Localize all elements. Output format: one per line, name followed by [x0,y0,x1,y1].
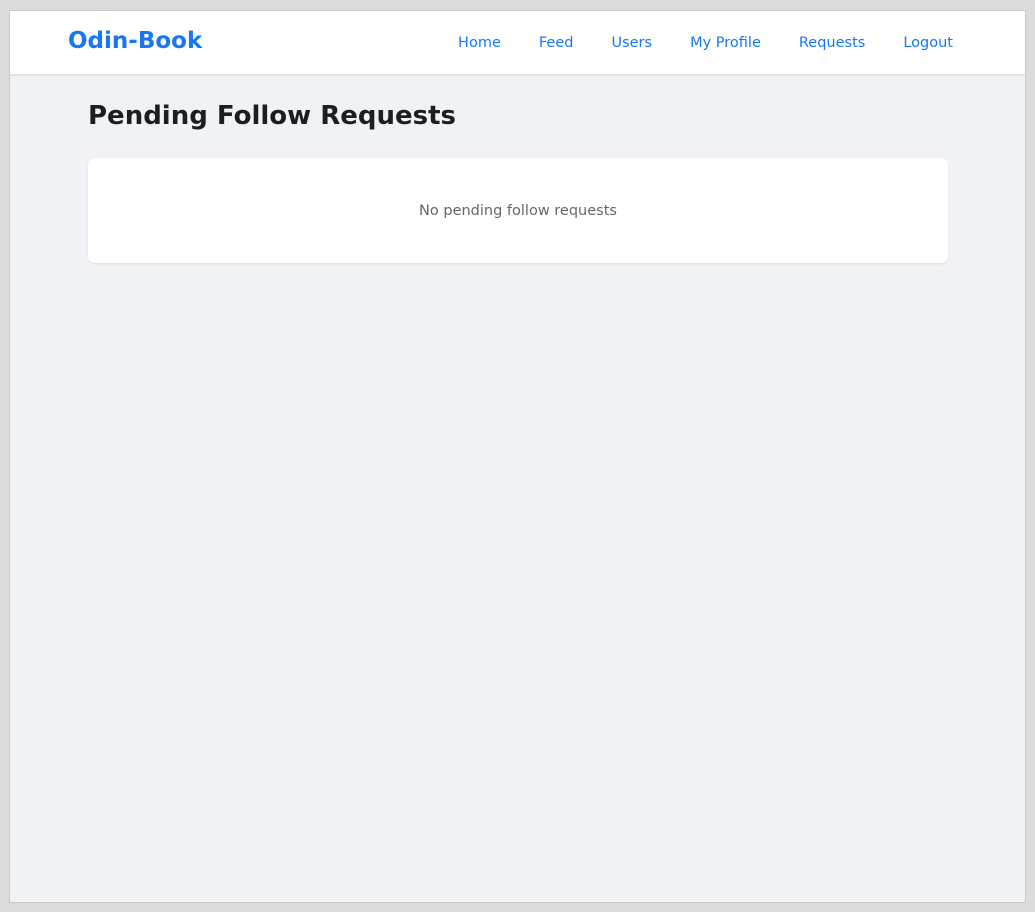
nav-link-my-profile[interactable]: My Profile [690,33,761,53]
browser-viewport: Odin-Book Home Feed Users My Profile Req… [9,10,1026,903]
brand-logo-link[interactable]: Odin-Book [68,25,202,57]
main-content: Pending Follow Requests No pending follo… [88,96,948,263]
nav-link-logout[interactable]: Logout [903,33,953,53]
nav-link-home[interactable]: Home [458,33,501,53]
empty-state-message: No pending follow requests [419,202,617,219]
top-navbar: Odin-Book Home Feed Users My Profile Req… [10,11,1025,74]
nav-link-requests[interactable]: Requests [799,33,865,53]
nav-link-feed[interactable]: Feed [539,33,574,53]
requests-card: No pending follow requests [88,158,948,263]
nav-links: Home Feed Users My Profile Requests Logo… [458,11,953,74]
nav-link-users[interactable]: Users [611,33,652,53]
page-title: Pending Follow Requests [88,101,457,131]
